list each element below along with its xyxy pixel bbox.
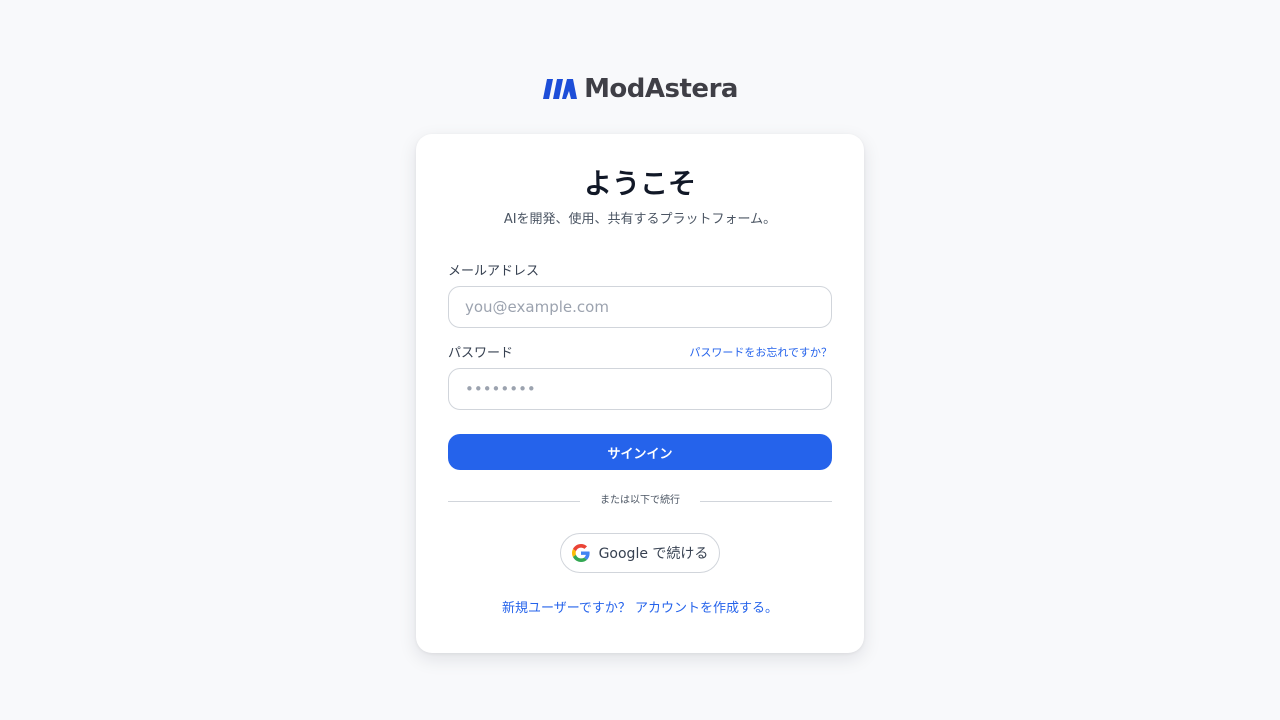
google-signin-button[interactable]: Google で続ける [560,533,720,573]
signin-button[interactable]: サインイン [448,434,832,470]
email-field[interactable] [448,286,832,328]
divider-text: または以下で続行 [600,495,680,506]
password-field[interactable] [448,368,832,410]
divider-line-left [448,501,580,502]
email-label: メールアドレス [448,264,540,279]
brand-name: ModAstera [584,74,738,104]
forgot-password-link[interactable]: パスワードをお忘れですか？ [689,345,832,361]
page-subtitle: AIを開発、使用、共有するプラットフォーム。 [503,212,777,227]
divider-line-right [700,501,832,502]
page-title: ようこそ [583,167,696,200]
brand-logo: ModAstera [0,74,1280,104]
signup-link[interactable]: 新規ユーザーですか？ アカウントを作成する。 [416,600,864,618]
google-icon [571,544,590,562]
google-button-label: Google で続ける [598,546,709,562]
password-label: パスワード [448,346,514,361]
modastera-logo-icon [543,79,578,99]
login-card: ようこそ AIを開発、使用、共有するプラットフォーム。 メールアドレス パスワー… [416,134,864,653]
